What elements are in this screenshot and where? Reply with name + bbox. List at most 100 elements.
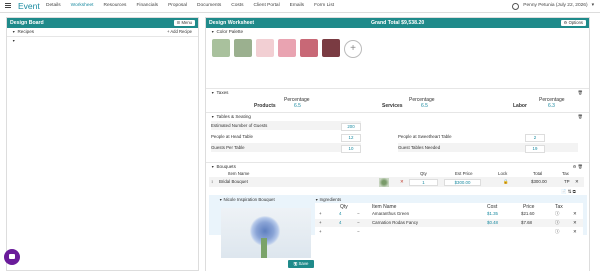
app-brand[interactable]: Event <box>18 0 40 12</box>
save-button[interactable]: 🖫 Save <box>288 260 314 268</box>
color-palette: + <box>206 36 589 62</box>
bouquet-row[interactable]: ↕ Bridal Bouquet ✕ 1 $300.00 🔒 $300.00 T… <box>209 177 584 187</box>
plus-icon[interactable]: + <box>319 219 322 227</box>
ingredient-row: + − ⓘ ✕ <box>315 228 583 235</box>
bouquets-header[interactable]: ▼ Bouquets ⚙ 🗑 <box>206 163 589 171</box>
minus-icon[interactable]: − <box>357 228 360 235</box>
recipes-label: Recipes <box>17 29 35 34</box>
guests-per-table-input[interactable]: 10 <box>341 144 361 153</box>
ingredient-qty-input[interactable]: 4 <box>339 210 341 218</box>
ingredients-label: Ingredients <box>319 197 342 202</box>
caret-down-icon: ▼ <box>211 91 215 95</box>
plus-icon[interactable]: + <box>319 210 322 218</box>
taxes-table: Percentage Percentage Percentage Product… <box>206 97 589 112</box>
remove-icon[interactable]: ✕ <box>400 177 404 187</box>
delete-icon[interactable]: ✕ <box>573 228 577 235</box>
nav-client-portal[interactable]: Client Portal <box>254 0 280 12</box>
gear-icon[interactable]: ⚙ <box>573 164 577 169</box>
inspiration-image[interactable] <box>221 208 311 258</box>
bouquet-thumbnail[interactable] <box>379 177 389 187</box>
bouquet-est-price-input[interactable]: $300.00 <box>444 179 481 186</box>
hamburger-menu-icon[interactable] <box>5 3 11 8</box>
main-nav: Details Worksheet Resources Financials P… <box>46 0 334 12</box>
nav-documents[interactable]: Documents <box>197 0 221 12</box>
color-palette-header[interactable]: ▼ Color Palette <box>206 28 589 36</box>
nav-financials[interactable]: Financials <box>136 0 158 12</box>
ingredients-header[interactable]: ▼ Ingredients <box>315 197 341 202</box>
info-icon[interactable]: ⓘ <box>555 228 559 235</box>
color-swatch[interactable] <box>212 39 230 57</box>
delete-icon[interactable]: ✕ <box>575 177 579 187</box>
nav-costs[interactable]: Costs <box>231 0 243 12</box>
minus-icon[interactable]: − <box>357 219 360 227</box>
guests-per-table-label: Guests Per Table <box>211 145 245 150</box>
color-swatch[interactable] <box>234 39 252 57</box>
drag-handle-icon[interactable]: ↕ <box>211 177 213 187</box>
recipes-section-header[interactable]: ▼ Recipes + Add Recipe <box>7 28 198 36</box>
col-est-price: Est Price <box>455 171 473 176</box>
caret-down-icon: ▼ <box>12 39 16 43</box>
inspiration-header[interactable]: ▼ Nicole Inspiration Bouquet <box>219 197 275 202</box>
nav-proposal[interactable]: Proposal <box>168 0 187 12</box>
design-worksheet-header: Design Worksheet Grand Total $9,538.20 ⚙… <box>206 18 589 28</box>
design-worksheet-panel: Design Worksheet Grand Total $9,538.20 ⚙… <box>205 17 590 271</box>
user-icon <box>512 2 520 10</box>
nav-worksheet[interactable]: Worksheet <box>71 0 94 12</box>
sweetheart-table-input[interactable]: 2 <box>525 133 545 142</box>
info-icon[interactable]: ⓘ <box>555 219 559 227</box>
nav-resources[interactable]: Resources <box>104 0 127 12</box>
color-swatch[interactable] <box>322 39 340 57</box>
ingredient-row: + 4 − Amaranthus Green $1.35 $21.60 ⓘ ✕ <box>315 210 583 218</box>
chevron-down-icon: ▾ <box>591 3 594 8</box>
user-menu[interactable]: Penny Petunia (July 22, 2026) ▾ <box>512 0 594 12</box>
document-icon[interactable]: 📄 <box>561 189 566 194</box>
tax-value-input[interactable]: 6.3 <box>548 103 555 109</box>
nav-details[interactable]: Details <box>46 0 61 12</box>
flower-stem <box>261 238 267 258</box>
trash-icon[interactable]: 🗑 <box>578 113 583 121</box>
ingredient-cost: $1.35 <box>487 211 498 216</box>
minus-icon[interactable]: − <box>357 210 360 218</box>
ingredient-row: + 4 − Carnation Rodas Fancy $0.48 $7.68 … <box>315 219 583 227</box>
chat-bubble-icon[interactable] <box>4 249 20 265</box>
recipe-dropdown[interactable]: ▼ <box>7 37 198 45</box>
nav-form-list[interactable]: Form List <box>314 0 334 12</box>
inspiration-label: Nicole Inspiration Bouquet <box>223 197 275 202</box>
tax-value-input[interactable]: 6.5 <box>421 103 428 109</box>
top-navbar: Event Details Worksheet Resources Financ… <box>0 0 600 13</box>
ingredient-cost: $0.48 <box>487 220 498 225</box>
col-total: Total <box>533 171 543 176</box>
head-table-input[interactable]: 12 <box>341 133 361 142</box>
add-color-icon[interactable]: + <box>344 40 362 58</box>
trash-icon[interactable]: 🗑 <box>578 164 583 169</box>
taxes-label: Taxes <box>216 90 229 95</box>
bouquets-label: Bouquets <box>216 164 236 169</box>
tables-seating-header[interactable]: ▼ Tables & Seating 🗑 <box>206 113 589 121</box>
head-table-label: People at Head Table <box>211 134 253 139</box>
options-button[interactable]: ⚙ Options <box>560 19 586 26</box>
add-recipe-button[interactable]: + Add Recipe <box>167 28 192 36</box>
menu-button[interactable]: ☰ Menu <box>173 19 195 26</box>
tax-name: Services <box>382 103 403 109</box>
nav-emails[interactable]: Emails <box>290 0 304 12</box>
ingredient-qty-input[interactable]: 4 <box>339 219 341 227</box>
caret-down-icon: ▼ <box>12 30 16 34</box>
save-label: Save <box>298 261 309 266</box>
tax-value-input[interactable]: 6.5 <box>294 103 301 109</box>
tables-seating-grid: Estimated Number of Guests 200 People at… <box>206 121 589 154</box>
color-swatch[interactable] <box>300 39 318 57</box>
taxes-header[interactable]: ▼ Taxes 🗑 <box>206 89 589 97</box>
trash-icon[interactable]: 🗑 <box>578 89 583 97</box>
copy-icon[interactable]: ⧉ <box>573 189 576 194</box>
color-swatch[interactable] <box>278 39 296 57</box>
delete-icon[interactable]: ✕ <box>573 210 577 218</box>
color-swatch[interactable] <box>256 39 274 57</box>
estimated-guests-input[interactable]: 200 <box>341 122 361 131</box>
lock-icon[interactable]: 🔒 <box>503 177 508 187</box>
delete-icon[interactable]: ✕ <box>573 219 577 227</box>
plus-icon[interactable]: + <box>319 228 322 235</box>
info-icon[interactable]: ⓘ <box>555 210 559 218</box>
design-board-header: Design Board ☰ Menu <box>7 18 198 28</box>
bouquet-qty-input[interactable]: 1 <box>409 179 438 186</box>
sort-icon[interactable]: ⇅ <box>568 189 572 194</box>
